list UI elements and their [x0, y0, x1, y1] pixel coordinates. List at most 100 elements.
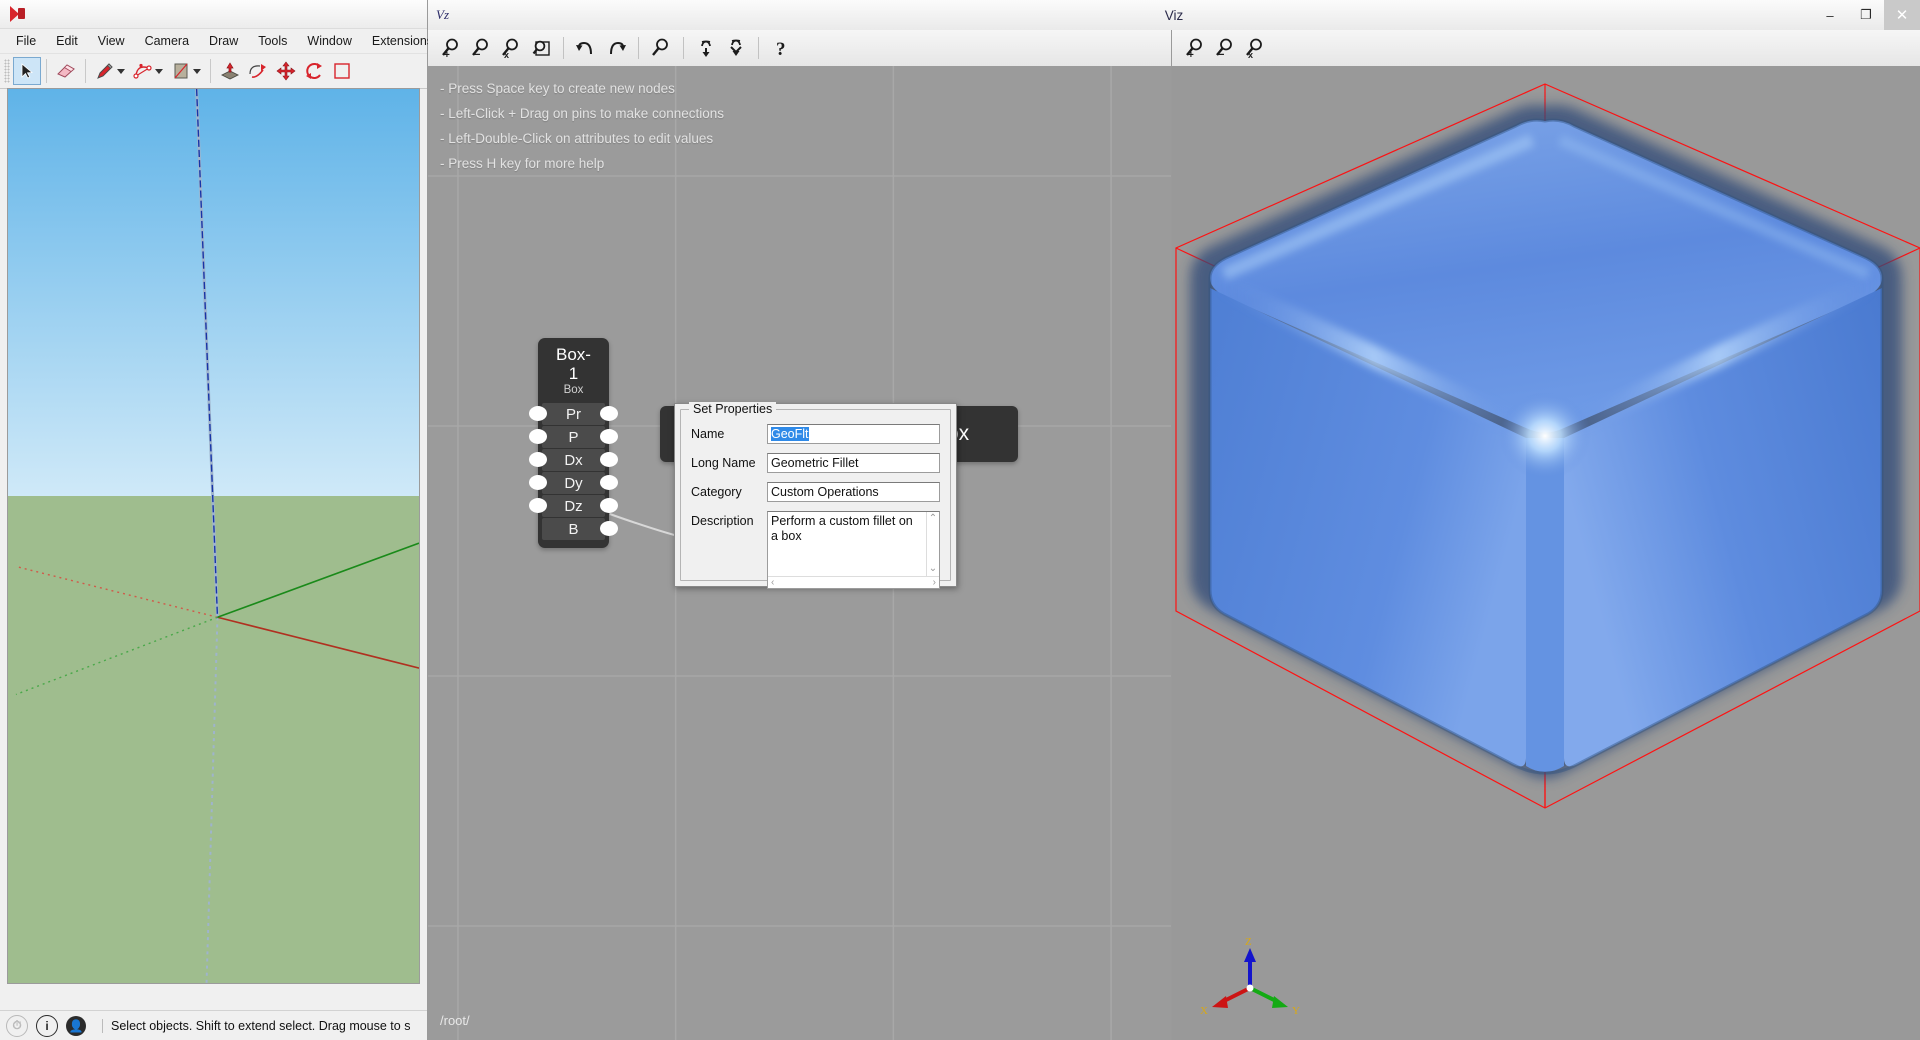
close-button[interactable]: ✕	[1884, 0, 1920, 30]
name-input[interactable]: GeoFlt	[767, 424, 940, 444]
scroll-right-icon[interactable]: ›	[933, 578, 936, 588]
viz-3d-viewport[interactable]: Z X Y	[1172, 66, 1920, 1040]
select-tool[interactable]	[13, 57, 41, 85]
zoom-in-button[interactable]: +	[436, 33, 466, 63]
help-line-2: - Left-Click + Drag on pins to make conn…	[440, 101, 724, 126]
pin-in-dx[interactable]	[529, 452, 547, 467]
set-properties-group: Set Properties Name GeoFlt Long Name Geo…	[680, 409, 951, 581]
pin-label-pr: Pr	[566, 406, 581, 423]
pin-out-dy[interactable]	[600, 475, 618, 490]
help-button[interactable]: ?	[766, 33, 796, 63]
pin-in-dy[interactable]	[529, 475, 547, 490]
pin-row-p[interactable]: P	[542, 426, 605, 448]
svg-text:x: x	[504, 50, 509, 59]
pin-out-dx[interactable]	[600, 452, 618, 467]
axis-y-arrow	[1272, 996, 1288, 1008]
eraser-tool[interactable]	[52, 57, 80, 85]
sketchup-statusbar: ⏱ i 👤 Select objects. Shift to extend se…	[0, 1010, 427, 1040]
pin-row-pr[interactable]: Pr	[542, 403, 605, 425]
menu-file[interactable]: File	[6, 31, 46, 51]
category-input[interactable]: Custom Operations	[767, 482, 940, 502]
sketchup-menubar: File Edit View Camera Draw Tools Window …	[0, 29, 427, 54]
scroll-down-icon[interactable]: ⌄	[929, 564, 937, 574]
magnifier-plus-icon: +	[440, 37, 462, 59]
refresh-all-button[interactable]	[721, 33, 751, 63]
field-row-description: Description Perform a custom fillet on a…	[691, 511, 940, 589]
pin-out-dz[interactable]	[600, 498, 618, 513]
zoom-out-button[interactable]: −	[466, 33, 496, 63]
viz-zoom-in-button[interactable]: +	[1180, 33, 1210, 63]
scroll-left-icon[interactable]: ‹	[771, 578, 774, 588]
label-long-name: Long Name	[691, 453, 767, 470]
undo-button[interactable]	[571, 33, 601, 63]
pin-in-dz[interactable]	[529, 498, 547, 513]
pin-row-dz[interactable]: Dz	[542, 495, 605, 517]
axis-y-negative	[16, 617, 218, 694]
pin-in-pr[interactable]	[529, 406, 547, 421]
pin-out-p[interactable]	[600, 429, 618, 444]
viz-zoom-reset-button[interactable]: x	[1240, 33, 1270, 63]
pin-out-pr[interactable]	[600, 406, 618, 421]
minimize-button[interactable]: –	[1812, 0, 1848, 30]
move-arrows-icon	[276, 61, 296, 81]
viz-app-icon: Vz	[436, 7, 449, 23]
refresh-down-button[interactable]	[691, 33, 721, 63]
undo-arrow-icon	[575, 37, 597, 59]
follow-me-tool[interactable]	[244, 57, 272, 85]
rotate-tool[interactable]	[300, 57, 328, 85]
menu-window[interactable]: Window	[297, 31, 361, 51]
push-pull-tool[interactable]	[216, 57, 244, 85]
axis-z-arrow	[1244, 948, 1256, 962]
magnifier-plus-icon: +	[1184, 37, 1206, 59]
field-row-name: Name GeoFlt	[691, 424, 940, 444]
svg-text:−: −	[474, 49, 480, 59]
field-row-category: Category Custom Operations	[691, 482, 940, 502]
zoom-reset-button[interactable]: x	[496, 33, 526, 63]
menu-tools[interactable]: Tools	[248, 31, 297, 51]
scroll-up-icon[interactable]: ⌃	[929, 514, 937, 524]
label-category: Category	[691, 482, 767, 499]
rounded-cube-render	[1172, 66, 1920, 1040]
pin-row-dy[interactable]: Dy	[542, 472, 605, 494]
pin-label-b: B	[568, 521, 578, 538]
rotate-arrows-icon	[304, 61, 324, 81]
maximize-button[interactable]: ❐	[1848, 0, 1884, 30]
sketchup-3d-viewport[interactable]	[7, 88, 420, 984]
clock-icon[interactable]: ⏱	[6, 1015, 28, 1037]
long-name-input[interactable]: Geometric Fillet	[767, 453, 940, 473]
scale-tool[interactable]	[328, 57, 356, 85]
move-tool[interactable]	[272, 57, 300, 85]
description-vscrollbar[interactable]: ⌃ ⌄	[926, 512, 939, 576]
pin-out-b[interactable]	[600, 521, 618, 536]
pin-in-p[interactable]	[529, 429, 547, 444]
toolbar-grip[interactable]	[4, 59, 10, 83]
menu-edit[interactable]: Edit	[46, 31, 88, 51]
viz-zoom-out-button[interactable]: −	[1210, 33, 1240, 63]
node-box-1-title: Box-1	[552, 345, 595, 383]
menu-view[interactable]: View	[88, 31, 135, 51]
menu-camera[interactable]: Camera	[135, 31, 199, 51]
redo-button[interactable]	[601, 33, 631, 63]
arc-tool[interactable]	[129, 57, 157, 85]
help-line-3: - Left-Double-Click on attributes to edi…	[440, 126, 724, 151]
magnifier-icon	[650, 37, 672, 59]
person-icon[interactable]: 👤	[66, 1016, 86, 1036]
svg-text:x: x	[1248, 50, 1253, 59]
line-tool[interactable]	[91, 57, 119, 85]
description-hscrollbar[interactable]: ‹ ›	[768, 576, 939, 588]
label-description: Description	[691, 511, 767, 528]
menu-draw[interactable]: Draw	[199, 31, 248, 51]
help-line-1: - Press Space key to create new nodes	[440, 76, 724, 101]
set-properties-dialog[interactable]: Set Properties Name GeoFlt Long Name Geo…	[674, 403, 957, 587]
rectangle-tool[interactable]	[167, 57, 195, 85]
pin-row-b[interactable]: B	[542, 518, 605, 540]
pin-row-dx[interactable]: Dx	[542, 449, 605, 471]
node-graph-canvas[interactable]: - Press Space key to create new nodes - …	[428, 66, 1171, 1040]
cube-specular-highlight	[1499, 392, 1591, 480]
zoom-fit-button[interactable]	[526, 33, 556, 63]
info-icon[interactable]: i	[36, 1015, 58, 1037]
cursor-arrow-icon	[18, 62, 36, 80]
node-box-1[interactable]: Box-1 Box Pr P	[538, 338, 609, 548]
search-button[interactable]	[646, 33, 676, 63]
viz-titlebar[interactable]: Vz Viz – ❐ ✕	[428, 0, 1920, 31]
